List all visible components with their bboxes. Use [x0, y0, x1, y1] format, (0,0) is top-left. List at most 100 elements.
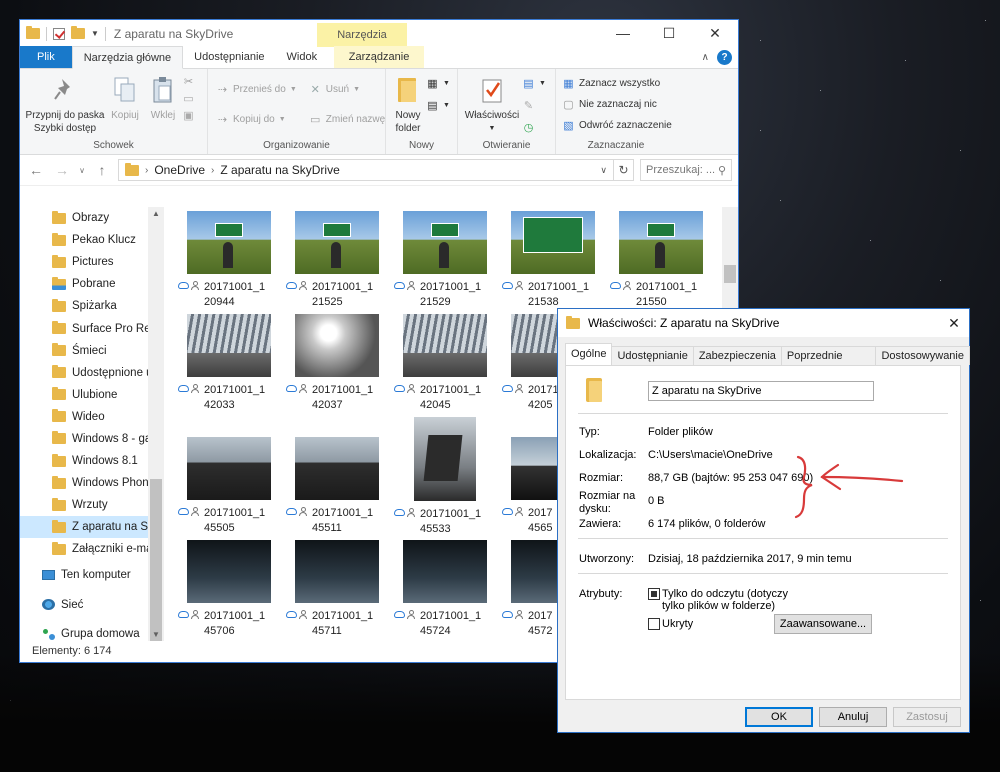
nav-root-item[interactable]: Sieć	[20, 590, 164, 620]
nav-scroll-thumb[interactable]	[150, 479, 162, 641]
history-icon[interactable]: ◷	[522, 119, 546, 135]
refresh-icon[interactable]: ↻	[614, 159, 634, 181]
collapse-ribbon-icon[interactable]: ∧	[702, 52, 709, 63]
nav-item[interactable]: Spiżarka	[20, 295, 164, 317]
file-scroll-thumb[interactable]	[724, 265, 736, 283]
cancel-button[interactable]: Anuluj	[819, 707, 887, 727]
nav-item[interactable]: Śmieci	[20, 340, 164, 362]
copy-to-button[interactable]: ⇢ Kopiuj do ▼	[216, 111, 297, 127]
nav-item[interactable]: Pekao Klucz	[20, 229, 164, 251]
tab-customize[interactable]: Dostosowywanie	[875, 346, 970, 365]
file-tile[interactable]: 20171001_1 45511	[286, 437, 386, 536]
file-tile[interactable]: 20171001_1 42033	[178, 314, 278, 413]
nav-item[interactable]: Załączniki e-mail	[20, 538, 164, 560]
tab-general[interactable]: Ogólne	[565, 343, 613, 365]
back-icon[interactable]: ←	[26, 162, 46, 178]
nav-item[interactable]: Wideo	[20, 406, 164, 428]
nav-item-label: Z aparatu na Sky	[72, 521, 160, 534]
dialog-title: Właściwości: Z aparatu na SkyDrive	[588, 316, 780, 330]
address-dropdown-icon[interactable]: ∨	[600, 165, 607, 176]
copy-path-icon[interactable]: ▭	[182, 92, 195, 105]
advanced-button[interactable]: Zaawansowane...	[774, 614, 872, 634]
shared-icon	[191, 384, 199, 393]
easy-access-icon[interactable]: ▤ ▼	[426, 97, 450, 113]
file-tile[interactable]: 20171001_1 21550	[610, 211, 710, 310]
open-icon[interactable]: ▤ ▼	[522, 75, 546, 91]
maximize-icon[interactable]: ☐	[646, 20, 692, 46]
file-name: 20171001_1 21525	[312, 281, 374, 308]
nav-item-label: Grupa domowa	[61, 628, 140, 641]
nav-item[interactable]: Wrzuty	[20, 494, 164, 516]
breadcrumb-separator-icon: ›	[211, 164, 215, 176]
invert-selection-button[interactable]: ▧ Odwróć zaznaczenie	[562, 117, 672, 133]
file-tile[interactable]: 20171001_1 20944	[178, 211, 278, 310]
hidden-checkbox[interactable]	[648, 618, 660, 630]
breadcrumb-current[interactable]: Z aparatu na SkyDrive	[220, 163, 339, 177]
nav-root-item[interactable]: Ten komputer	[20, 561, 164, 591]
nav-item[interactable]: Windows 8.1	[20, 450, 164, 472]
cut-icon[interactable]: ✂	[182, 75, 195, 88]
nav-item[interactable]: Obrazy	[20, 207, 164, 229]
close-icon[interactable]: ✕	[692, 20, 738, 46]
up-icon[interactable]: ↑	[92, 162, 112, 178]
recent-locations-icon[interactable]: ∨	[78, 166, 86, 175]
tab-sharing[interactable]: Udostępnianie	[611, 346, 694, 365]
delete-button[interactable]: ✕ Usuń ▼	[309, 81, 385, 97]
file-name: 20171001_1 42045	[420, 384, 482, 411]
new-folder-quick-icon[interactable]	[71, 26, 85, 39]
tab-view[interactable]: Widok	[276, 46, 329, 68]
file-tile[interactable]: 20171001_1 45505	[178, 437, 278, 536]
address-bar[interactable]: › OneDrive › Z aparatu na SkyDrive ∨	[118, 159, 614, 181]
folder-name-field[interactable]: Z aparatu na SkyDrive	[648, 381, 874, 401]
nav-item[interactable]: Z aparatu na Sky	[20, 516, 164, 539]
nav-item[interactable]: Udostępnione ul	[20, 362, 164, 384]
folder-icon	[52, 254, 66, 268]
nav-item-label: Windows 8.1	[72, 455, 138, 468]
select-all-button[interactable]: ▦ Zaznacz wszystko	[562, 75, 672, 91]
breadcrumb-onedrive[interactable]: OneDrive	[154, 163, 205, 177]
select-none-button[interactable]: ▢ Nie zaznaczaj nic	[562, 96, 672, 112]
search-input[interactable]: Przeszukaj: ... ⚲	[640, 159, 732, 181]
new-item-icon[interactable]: ▦ ▼	[426, 75, 450, 91]
properties-quick-icon[interactable]	[53, 27, 65, 40]
minimize-icon[interactable]: —	[600, 20, 646, 46]
file-tile[interactable]: 20171001_1 45724	[394, 540, 494, 639]
rename-button[interactable]: ▭ Zmień nazwę	[309, 111, 385, 127]
nav-item[interactable]: Pobrane	[20, 273, 164, 295]
group-select: ▦ Zaznacz wszystko ▢ Nie zaznaczaj nic ▧…	[556, 69, 676, 154]
move-to-button[interactable]: ⇢ Przenieś do ▼	[216, 81, 297, 97]
file-tile[interactable]: 20171001_1 21525	[286, 211, 386, 310]
file-tile[interactable]: 20171001_1 42037	[286, 314, 386, 413]
nav-scrollbar[interactable]: ▲ ▼	[148, 207, 164, 641]
file-tile[interactable]: 20171001_1 45706	[178, 540, 278, 639]
nav-root-item[interactable]: Grupa domowa	[20, 620, 164, 642]
forward-icon[interactable]: →	[52, 162, 72, 178]
nav-item[interactable]: Windows 8 - gal	[20, 428, 164, 450]
help-icon[interactable]: ?	[717, 50, 732, 65]
chevron-down-icon[interactable]: ▼	[91, 29, 99, 38]
readonly-checkbox[interactable]	[648, 588, 660, 600]
nav-item[interactable]: Pictures	[20, 251, 164, 273]
scroll-up-icon[interactable]: ▲	[148, 209, 164, 218]
file-tile[interactable]: 20171001_1 21538	[502, 211, 602, 310]
tab-manage[interactable]: Zarządzanie	[334, 46, 425, 68]
group-label-organize: Organizowanie	[263, 140, 330, 151]
file-tile[interactable]: 20171001_1 21529	[394, 211, 494, 310]
nav-item[interactable]: Windows Phone	[20, 472, 164, 494]
apply-button[interactable]: Zastosuj	[893, 707, 961, 727]
tab-share[interactable]: Udostępnianie	[183, 46, 275, 68]
file-tile[interactable]: 20171001_1 45533	[394, 417, 494, 537]
tab-security[interactable]: Zabezpieczenia	[692, 346, 782, 365]
nav-item[interactable]: Ulubione	[20, 384, 164, 406]
close-icon[interactable]: ✕	[939, 315, 969, 332]
file-tile[interactable]: 20171001_1 45711	[286, 540, 386, 639]
tab-file[interactable]: Plik	[20, 46, 72, 68]
nav-item[interactable]: Surface Pro Reco	[20, 317, 164, 339]
ok-button[interactable]: OK	[745, 707, 813, 727]
file-tile[interactable]: 20171001_1 42045	[394, 314, 494, 413]
paste-shortcut-icon[interactable]: ▣	[182, 109, 195, 122]
tab-home[interactable]: Narzędzia główne	[71, 46, 184, 69]
edit-icon[interactable]: ✎	[522, 97, 546, 113]
scroll-down-icon[interactable]: ▼	[148, 630, 164, 639]
tab-previous-versions[interactable]: Poprzednie wersje	[780, 346, 877, 380]
